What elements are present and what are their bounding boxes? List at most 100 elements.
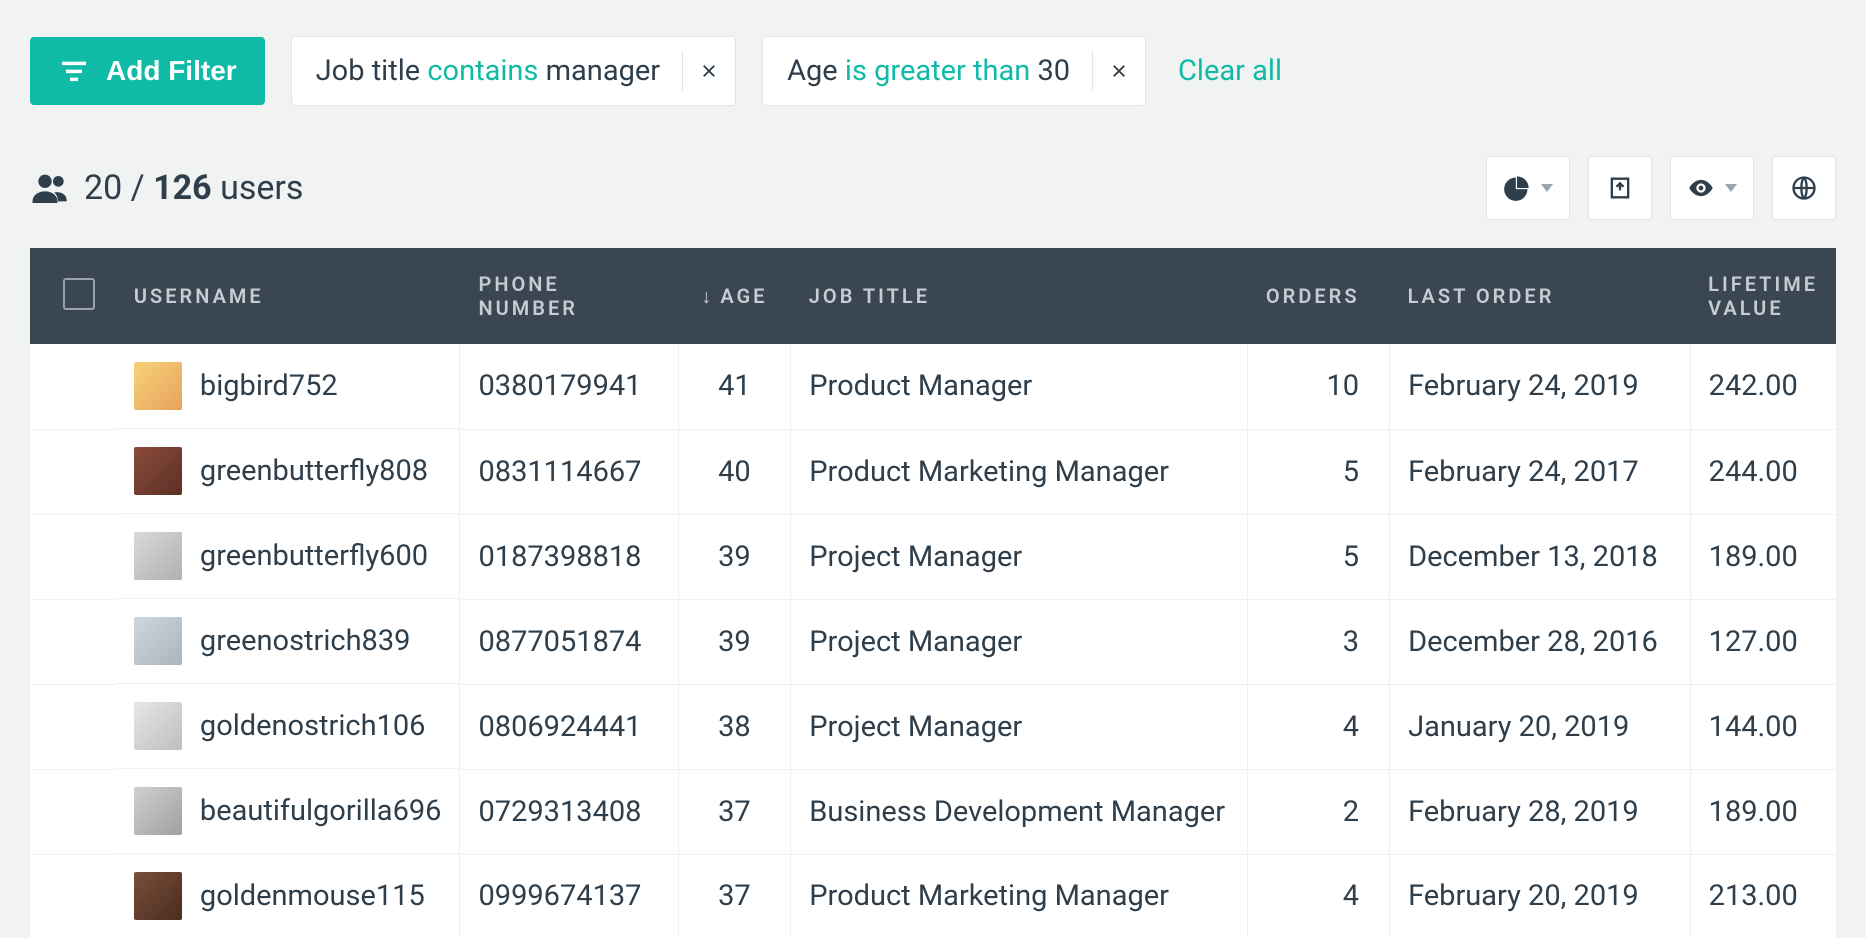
cell-job: Product Manager — [791, 344, 1248, 429]
cell-orders: 4 — [1248, 854, 1390, 938]
table-row[interactable]: goldenmouse115 0999674137 37 Product Mar… — [30, 854, 1836, 938]
pie-chart-icon — [1503, 174, 1531, 202]
clear-all-filters[interactable]: Clear all — [1178, 54, 1282, 88]
column-last-order[interactable]: LAST ORDER — [1390, 248, 1691, 344]
cell-orders: 2 — [1248, 769, 1390, 854]
column-username[interactable]: USERNAME — [116, 248, 461, 344]
cell-ltv: 213.00 — [1690, 854, 1836, 938]
username-text: greenostrich839 — [200, 624, 411, 658]
people-icon — [30, 168, 70, 208]
filter-pill-job-title[interactable]: Job title contains manager — [291, 36, 736, 106]
add-filter-button[interactable]: Add Filter — [30, 37, 265, 105]
cell-phone: 0999674137 — [460, 854, 678, 938]
pill-remove-button[interactable] — [1093, 37, 1145, 105]
cell-ltv: 242.00 — [1690, 344, 1836, 429]
avatar — [134, 617, 182, 665]
chevron-down-icon — [1725, 184, 1737, 192]
cell-orders: 4 — [1248, 684, 1390, 769]
avatar — [134, 702, 182, 750]
cell-phone: 0380179941 — [460, 344, 678, 429]
cell-age: 37 — [678, 854, 791, 938]
avatar — [134, 362, 182, 410]
pill-remove-button[interactable] — [683, 37, 735, 105]
pill-field: Age — [787, 54, 838, 88]
cell-phone: 0729313408 — [460, 769, 678, 854]
avatar — [134, 787, 182, 835]
username-text: bigbird752 — [200, 369, 338, 403]
cell-username: beautifulgorilla696 — [116, 769, 461, 854]
cell-phone: 0877051874 — [460, 599, 678, 684]
cell-orders: 3 — [1248, 599, 1390, 684]
cell-phone: 0187398818 — [460, 514, 678, 599]
table-row[interactable]: greenbutterfly808 0831114667 40 Product … — [30, 429, 1836, 514]
table-header-row: USERNAME PHONE NUMBER ↓AGE JOB TITLE ORD… — [30, 248, 1836, 344]
cell-job: Project Manager — [791, 599, 1248, 684]
columns-button[interactable] — [1670, 156, 1754, 220]
chevron-down-icon — [1541, 184, 1553, 192]
cell-job: Product Marketing Manager — [791, 429, 1248, 514]
cell-ltv: 244.00 — [1690, 429, 1836, 514]
cell-ltv: 189.00 — [1690, 769, 1836, 854]
cell-orders: 5 — [1248, 514, 1390, 599]
table-row[interactable]: bigbird752 0380179941 41 Product Manager… — [30, 344, 1836, 429]
cell-ltv: 144.00 — [1690, 684, 1836, 769]
filter-pill-age[interactable]: Age is greater than 30 — [762, 36, 1146, 106]
pill-value: manager — [546, 54, 661, 88]
close-icon — [1110, 62, 1128, 80]
cell-ltv: 127.00 — [1690, 599, 1836, 684]
cell-username: bigbird752 — [116, 344, 461, 429]
column-lifetime-value[interactable]: LIFETIME VALUE — [1690, 248, 1836, 344]
table-row[interactable]: greenbutterfly600 0187398818 39 Project … — [30, 514, 1836, 599]
cell-last-order: January 20, 2019 — [1390, 684, 1691, 769]
users-table: USERNAME PHONE NUMBER ↓AGE JOB TITLE ORD… — [30, 248, 1836, 938]
table-row[interactable]: greenostrich839 0877051874 39 Project Ma… — [30, 599, 1836, 684]
avatar — [134, 872, 182, 920]
cell-phone: 0806924441 — [460, 684, 678, 769]
cell-job: Product Marketing Manager — [791, 854, 1248, 938]
column-phone[interactable]: PHONE NUMBER — [460, 248, 678, 344]
count-total: 126 — [153, 168, 212, 208]
cell-job: Project Manager — [791, 514, 1248, 599]
chart-button[interactable] — [1486, 156, 1570, 220]
cell-age: 38 — [678, 684, 791, 769]
username-text: goldenostrich106 — [200, 709, 426, 743]
cell-username: goldenmouse115 — [116, 854, 461, 938]
column-age[interactable]: ↓AGE — [678, 248, 791, 344]
cell-last-order: December 13, 2018 — [1390, 514, 1691, 599]
cell-age: 39 — [678, 599, 791, 684]
close-icon — [700, 62, 718, 80]
eye-icon — [1687, 174, 1715, 202]
add-filter-label: Add Filter — [106, 55, 237, 87]
cell-age: 39 — [678, 514, 791, 599]
table-row[interactable]: goldenostrich106 0806924441 38 Project M… — [30, 684, 1836, 769]
cell-ltv: 189.00 — [1690, 514, 1836, 599]
globe-icon — [1790, 174, 1818, 202]
cell-job: Project Manager — [791, 684, 1248, 769]
cell-last-order: February 28, 2019 — [1390, 769, 1691, 854]
sort-desc-icon: ↓ — [701, 284, 714, 308]
cell-last-order: December 28, 2016 — [1390, 599, 1691, 684]
cell-last-order: February 20, 2019 — [1390, 854, 1691, 938]
cell-username: goldenostrich106 — [116, 684, 461, 769]
pill-operator: contains — [427, 54, 538, 88]
pill-operator: is greater than — [845, 54, 1030, 88]
count-shown: 20 — [84, 168, 122, 208]
cell-job: Business Development Manager — [791, 769, 1248, 854]
cell-phone: 0831114667 — [460, 429, 678, 514]
cell-age: 41 — [678, 344, 791, 429]
cell-username: greenostrich839 — [116, 599, 461, 684]
avatar — [134, 447, 182, 495]
select-all-checkbox[interactable] — [63, 278, 95, 310]
filter-icon — [58, 55, 90, 87]
pill-value: 30 — [1037, 54, 1070, 88]
record-count: 20 / 126 users — [30, 168, 303, 208]
table-row[interactable]: beautifulgorilla696 0729313408 37 Busine… — [30, 769, 1836, 854]
cell-last-order: February 24, 2019 — [1390, 344, 1691, 429]
column-job-title[interactable]: JOB TITLE — [791, 248, 1248, 344]
content-header: 20 / 126 users — [30, 156, 1836, 220]
export-button[interactable] — [1588, 156, 1652, 220]
username-text: goldenmouse115 — [200, 879, 425, 913]
language-button[interactable] — [1772, 156, 1836, 220]
cell-last-order: February 24, 2017 — [1390, 429, 1691, 514]
column-orders[interactable]: ORDERS — [1248, 248, 1390, 344]
